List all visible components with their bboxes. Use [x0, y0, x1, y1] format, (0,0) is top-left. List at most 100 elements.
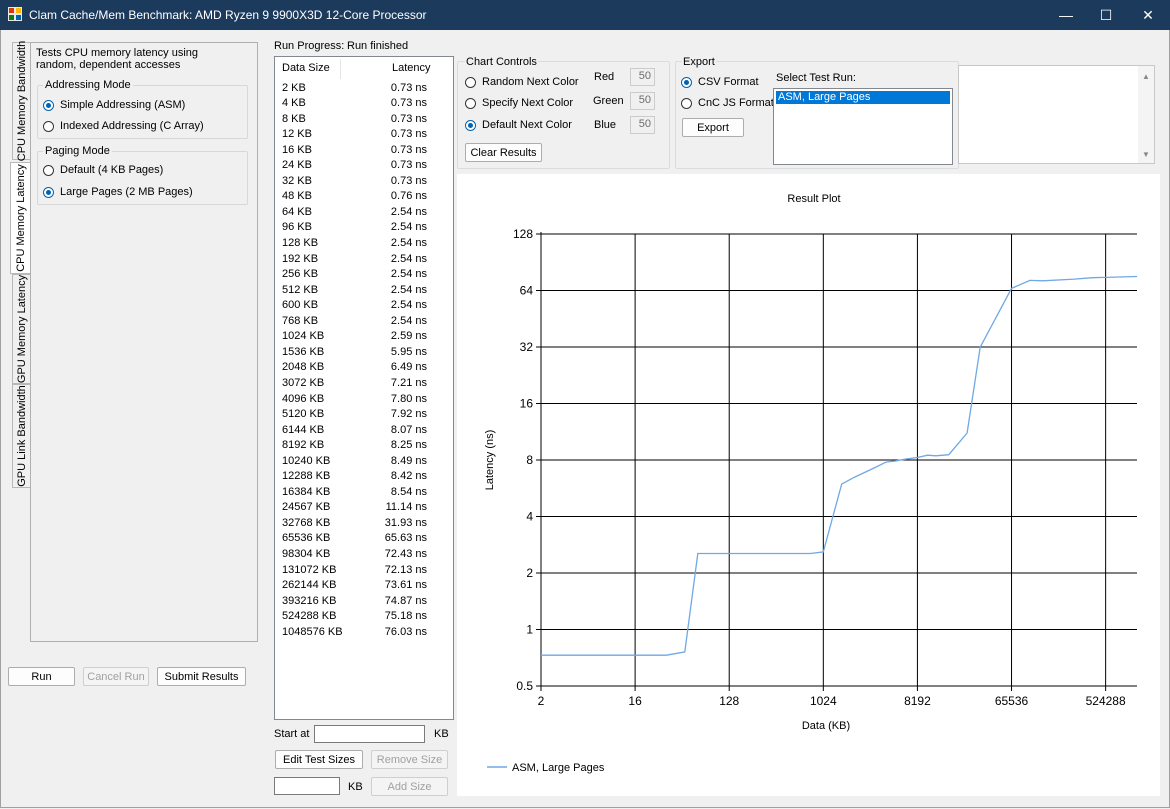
run-details-textbox[interactable]: ▲ ▼: [958, 65, 1155, 164]
table-row[interactable]: 8 KB 0.73 ns: [275, 112, 453, 128]
add-size-unit: KB: [348, 781, 363, 793]
table-row[interactable]: 12 KB 0.73 ns: [275, 127, 453, 143]
clear-results-button[interactable]: Clear Results: [465, 143, 542, 162]
data-size-cell: 96 KB: [282, 221, 312, 234]
table-row[interactable]: 12288 KB 8.42 ns: [275, 469, 453, 485]
remove-size-button[interactable]: Remove Size: [371, 750, 448, 769]
table-row[interactable]: 2048 KB 6.49 ns: [275, 360, 453, 376]
table-row[interactable]: 98304 KB 72.43 ns: [275, 547, 453, 563]
table-row[interactable]: 65536 KB 65.63 ns: [275, 531, 453, 547]
run-button[interactable]: Run: [8, 667, 75, 686]
table-row[interactable]: 16 KB 0.73 ns: [275, 143, 453, 159]
table-row[interactable]: 96 KB 2.54 ns: [275, 220, 453, 236]
table-row[interactable]: 10240 KB 8.49 ns: [275, 454, 453, 470]
paging-large-pages-label: Large Pages (2 MB Pages): [60, 186, 193, 198]
green-input[interactable]: 50: [630, 92, 655, 110]
scroll-down-icon[interactable]: ▼: [1142, 150, 1150, 159]
table-row[interactable]: 1048576 KB 76.03 ns: [275, 625, 453, 641]
table-row[interactable]: 32768 KB 31.93 ns: [275, 516, 453, 532]
add-size-input[interactable]: [274, 777, 340, 795]
edit-test-sizes-button[interactable]: Edit Test Sizes: [275, 750, 363, 769]
data-size-cell: 65536 KB: [282, 532, 331, 545]
column-header-data-size[interactable]: Data Size: [282, 57, 330, 79]
tab-cpu-memory-bandwidth[interactable]: CPU Memory Bandwidth: [12, 40, 32, 162]
paging-large-pages-radio[interactable]: [43, 187, 54, 198]
tab-cpu-memory-latency[interactable]: CPU Memory Latency: [10, 162, 31, 274]
addressing-c-array-radio[interactable]: [43, 121, 54, 132]
table-row[interactable]: 524288 KB 75.18 ns: [275, 609, 453, 625]
latency-cell: 72.43 ns: [384, 548, 427, 560]
tab-gpu-link-bandwidth[interactable]: GPU Link Bandwidth: [12, 384, 32, 488]
table-row[interactable]: 48 KB 0.76 ns: [275, 189, 453, 205]
latency-cell: 2.54 ns: [390, 221, 427, 234]
red-input[interactable]: 50: [630, 68, 655, 86]
series-line: [541, 275, 1138, 656]
table-row[interactable]: 3072 KB 7.21 ns: [275, 376, 453, 392]
table-row[interactable]: 768 KB 2.54 ns: [275, 314, 453, 330]
table-row[interactable]: 131072 KB 72.13 ns: [275, 563, 453, 579]
paging-default-radio[interactable]: [43, 165, 54, 176]
table-row[interactable]: 600 KB 2.54 ns: [275, 298, 453, 314]
table-row[interactable]: 128 KB 2.54 ns: [275, 236, 453, 252]
table-row[interactable]: 262144 KB 73.61 ns: [275, 578, 453, 594]
tab-gpu-memory-latency[interactable]: GPU Memory Latency: [12, 274, 32, 384]
csv-format-radio[interactable]: [681, 77, 692, 88]
table-row[interactable]: 5120 KB 7.92 ns: [275, 407, 453, 423]
table-row[interactable]: 16384 KB 8.54 ns: [275, 485, 453, 501]
table-row[interactable]: 24567 KB 11.14 ns: [275, 500, 453, 516]
minimize-icon[interactable]: —: [1044, 0, 1088, 30]
latency-cell: 2.54 ns: [390, 268, 427, 281]
table-row[interactable]: 4 KB 0.73 ns: [275, 96, 453, 112]
export-button[interactable]: Export: [682, 118, 744, 137]
select-test-run-label: Select Test Run:: [776, 72, 856, 84]
red-label: Red: [594, 71, 615, 83]
table-row[interactable]: 32 KB 0.73 ns: [275, 174, 453, 190]
column-divider: [340, 59, 341, 79]
table-row[interactable]: 64 KB 2.54 ns: [275, 205, 453, 221]
tab-label: CPU Memory Bandwidth: [16, 40, 28, 162]
table-row[interactable]: 393216 KB 74.87 ns: [275, 594, 453, 610]
details-scrollbar[interactable]: ▲ ▼: [1138, 66, 1154, 163]
maximize-icon[interactable]: ☐: [1084, 0, 1128, 30]
latency-cell: 73.61 ns: [384, 579, 427, 592]
data-size-cell: 32 KB: [282, 174, 312, 187]
test-run-item[interactable]: ASM, Large Pages: [776, 91, 950, 104]
table-row[interactable]: 512 KB 2.54 ns: [275, 283, 453, 299]
data-size-cell: 5120 KB: [282, 408, 325, 421]
cancel-run-button[interactable]: Cancel Run: [83, 667, 149, 686]
scroll-up-icon[interactable]: ▲: [1142, 72, 1150, 81]
export-title: Export: [682, 56, 716, 68]
submit-results-button[interactable]: Submit Results: [157, 667, 246, 686]
data-size-cell: 2 KB: [282, 81, 306, 94]
table-row[interactable]: 1536 KB 5.95 ns: [275, 345, 453, 361]
specify-color-radio[interactable]: [465, 98, 476, 109]
table-row[interactable]: 8192 KB 8.25 ns: [275, 438, 453, 454]
default-color-radio[interactable]: [465, 120, 476, 131]
test-run-listbox[interactable]: ASM, Large Pages: [773, 88, 953, 165]
table-row[interactable]: 6144 KB 8.07 ns: [275, 423, 453, 439]
table-row[interactable]: 4096 KB 7.80 ns: [275, 392, 453, 408]
table-row[interactable]: 24 KB 0.73 ns: [275, 158, 453, 174]
cnc-js-format-radio[interactable]: [681, 98, 692, 109]
add-size-button[interactable]: Add Size: [371, 777, 448, 796]
x-tick-label: 524288: [1086, 694, 1126, 708]
data-size-cell: 128 KB: [282, 237, 319, 249]
data-size-cell: 12288 KB: [282, 470, 331, 483]
blue-input[interactable]: 50: [630, 116, 655, 134]
start-at-input[interactable]: [314, 725, 425, 743]
data-size-cell: 600 KB: [282, 299, 319, 312]
latency-cell: 7.92 ns: [390, 408, 427, 421]
table-row[interactable]: 192 KB 2.54 ns: [275, 252, 453, 268]
csv-format-label: CSV Format: [698, 76, 759, 88]
random-color-radio[interactable]: [465, 77, 476, 88]
addressing-asm-radio[interactable]: [43, 100, 54, 111]
table-row[interactable]: 1024 KB 2.59 ns: [275, 329, 453, 345]
close-icon[interactable]: ✕: [1126, 0, 1170, 30]
results-list[interactable]: Data Size Latency 2 KB 0.73 ns 4 KB 0.73 ns…: [274, 56, 454, 720]
data-size-cell: 8192 KB: [282, 439, 325, 452]
table-row[interactable]: 2 KB 0.73 ns: [275, 81, 453, 97]
y-tick-label: 128: [513, 227, 533, 241]
data-size-cell: 24 KB: [282, 159, 312, 172]
table-row[interactable]: 256 KB 2.54 ns: [275, 267, 453, 283]
column-header-latency[interactable]: Latency: [392, 57, 431, 79]
